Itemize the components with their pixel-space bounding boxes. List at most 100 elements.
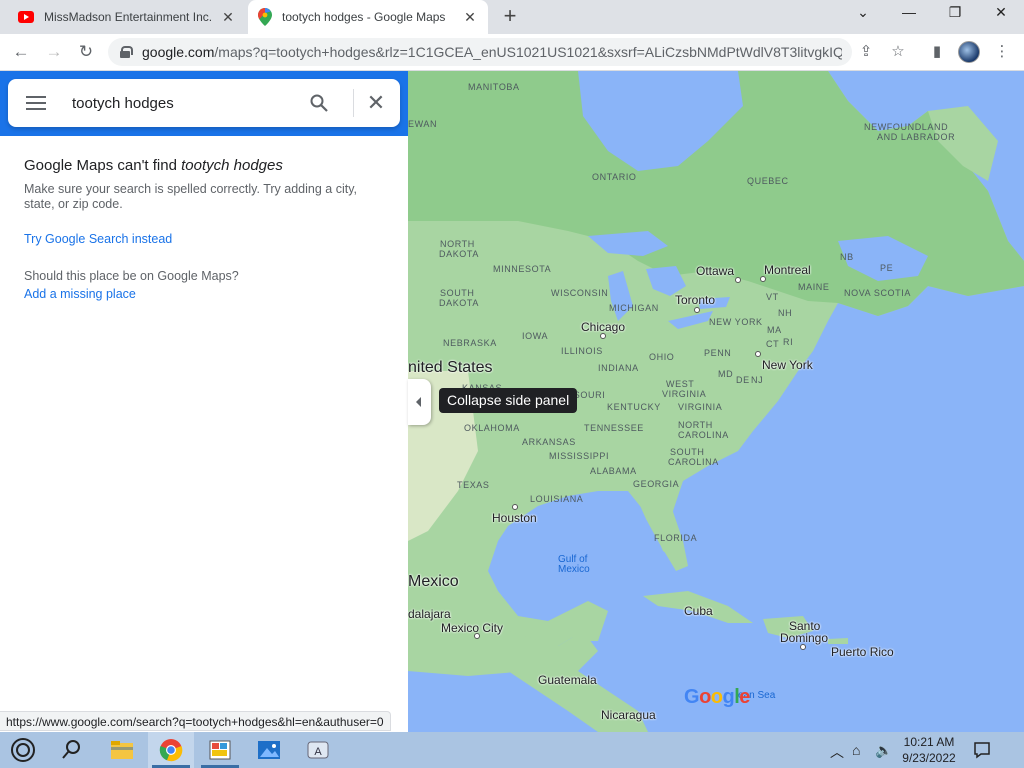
region-label: VIRGINIA <box>662 389 707 399</box>
should-place-text: Should this place be on Google Maps? <box>24 269 239 283</box>
side-panel: tootych hodges ✕ Google Maps can't find … <box>0 71 408 732</box>
region-label: QUEBEC <box>747 176 789 186</box>
region-label: LOUISIANA <box>530 494 584 504</box>
region-label: NEWFOUNDLAND <box>864 122 949 132</box>
notification-icon[interactable] <box>973 741 991 759</box>
city-label: dalajara <box>408 607 451 621</box>
city-label: Ottawa <box>696 264 735 278</box>
region-label: AND LABRADOR <box>877 132 956 142</box>
close-icon[interactable]: ✕ <box>220 9 236 26</box>
back-icon[interactable]: ← <box>10 41 32 63</box>
region-label: VT <box>766 292 779 302</box>
region-label: CAROLINA <box>678 430 729 440</box>
app-icon[interactable]: A <box>295 732 341 768</box>
city-marker <box>755 351 761 357</box>
city-marker <box>735 277 741 283</box>
city-label: Chicago <box>581 320 626 334</box>
region-label: SOUTH <box>440 288 475 298</box>
collapse-side-panel-button[interactable] <box>408 379 431 425</box>
svg-text:A: A <box>314 746 322 758</box>
region-label: IOWA <box>522 331 549 341</box>
region-label: NB <box>840 252 854 262</box>
clock[interactable]: 10:21 AM 9/23/2022 <box>898 734 960 766</box>
region-label: OKLAHOMA <box>464 423 520 433</box>
no-results-hint: Make sure your search is spelled correct… <box>24 182 358 211</box>
chevron-down-icon[interactable]: ⌄ <box>851 4 875 21</box>
country-label: Mexico <box>408 573 459 590</box>
side-panel-icon[interactable]: ▮ <box>928 43 946 61</box>
address-bar[interactable]: google.com/maps?q=tootych+hodges&rlz=1C1… <box>108 38 852 66</box>
region-label: DE <box>736 375 750 385</box>
region-label: NH <box>778 308 793 318</box>
network-icon[interactable]: ⌂ <box>852 742 860 758</box>
region-label: TEXAS <box>457 480 490 490</box>
region-label: OHIO <box>649 352 675 362</box>
no-results-heading: Google Maps can't find tootych hodges <box>24 157 283 174</box>
share-icon[interactable]: ⇪ <box>857 43 875 61</box>
url-text: google.com/maps?q=tootych+hodges&rlz=1C1… <box>142 44 842 60</box>
region-label: RI <box>783 337 794 347</box>
forward-icon[interactable]: → <box>43 41 65 63</box>
close-icon[interactable]: ✕ <box>989 4 1013 21</box>
search-icon[interactable] <box>58 738 86 762</box>
close-icon[interactable]: ✕ <box>364 91 388 115</box>
menu-icon[interactable] <box>26 96 46 110</box>
lock-icon[interactable] <box>120 46 133 58</box>
start-icon[interactable] <box>6 736 40 764</box>
region-label: FLORIDA <box>654 533 698 543</box>
tab-youtube[interactable]: MissMadson Entertainment Inc. - ✕ <box>8 0 246 34</box>
city-marker <box>474 633 480 639</box>
region-label: TENNESSEE <box>584 423 644 433</box>
city-label: Cuba <box>684 604 713 618</box>
region-label: MINNESOTA <box>493 264 552 274</box>
chevron-up-icon[interactable]: ︿ <box>830 742 844 762</box>
browser-toolbar: ← → ↻ google.com/maps?q=tootych+hodges&r… <box>0 34 1024 71</box>
city-marker <box>800 644 806 650</box>
region-label: DAKOTA <box>439 298 479 308</box>
region-label: VIRGINIA <box>678 402 723 412</box>
city-label: New York <box>762 358 813 372</box>
country-label: nited States <box>408 359 493 376</box>
close-icon[interactable]: ✕ <box>462 9 478 26</box>
region-label: MICHIGAN <box>609 303 659 313</box>
search-input[interactable]: tootych hodges <box>72 95 292 112</box>
profile-avatar[interactable] <box>958 41 980 63</box>
chrome-icon[interactable] <box>148 732 194 768</box>
region-label: MANITOBA <box>468 82 520 92</box>
region-label: GEORGIA <box>633 479 680 489</box>
photos-icon[interactable] <box>246 732 292 768</box>
more-vert-icon[interactable]: ⋮ <box>993 43 1011 61</box>
try-google-search-link[interactable]: Try Google Search instead <box>24 232 172 246</box>
region-label: MA <box>767 325 782 335</box>
volume-icon[interactable]: 🔈 <box>875 742 892 759</box>
add-missing-place-link[interactable]: Add a missing place <box>24 287 136 301</box>
city-label: Domingo <box>780 631 829 645</box>
plus-icon[interactable]: + <box>498 5 522 29</box>
city-label: Guatemala <box>538 673 597 687</box>
star-icon[interactable]: ☆ <box>889 43 907 61</box>
file-explorer-icon[interactable] <box>99 732 145 768</box>
region-label: NEW YORK <box>709 317 763 327</box>
region-label: INDIANA <box>598 363 639 373</box>
region-label: ALABAMA <box>590 466 637 476</box>
city-label: Montreal <box>764 263 811 277</box>
city-marker <box>760 276 766 282</box>
clock-time: 10:21 AM <box>903 735 955 749</box>
minimize-icon[interactable]: — <box>897 4 921 20</box>
tab-google-maps[interactable]: tootych hodges - Google Maps ✕ <box>248 0 488 34</box>
region-label: MISSISSIPPI <box>549 451 610 461</box>
paint-icon[interactable] <box>197 732 243 768</box>
divider <box>353 89 354 117</box>
google-logo: Google <box>684 686 750 708</box>
youtube-icon <box>18 11 34 23</box>
taskbar: A ︿ ⌂ 🔈 10:21 AM 9/23/2022 <box>0 732 1024 768</box>
region-label: NORTH <box>678 420 713 430</box>
region-label: DAKOTA <box>439 249 479 259</box>
region-label: ILLINOIS <box>561 346 603 356</box>
region-label: CT <box>766 339 780 349</box>
reload-icon[interactable]: ↻ <box>75 41 97 63</box>
restore-icon[interactable]: ❐ <box>943 4 967 21</box>
region-label: NOVA SCOTIA <box>844 288 911 298</box>
search-icon[interactable] <box>310 94 328 112</box>
region-label: MAINE <box>798 282 830 292</box>
